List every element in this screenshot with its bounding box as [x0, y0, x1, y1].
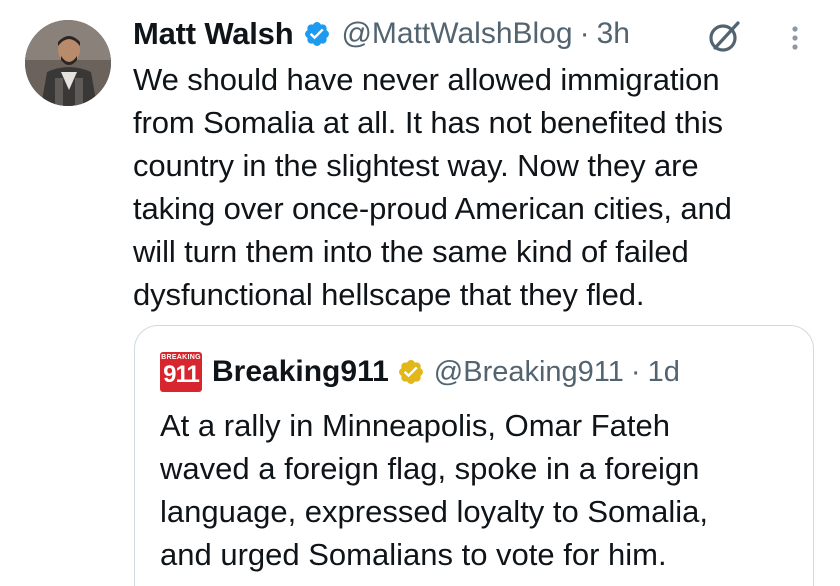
more-options-icon[interactable] [785, 18, 805, 58]
quoted-author-name[interactable]: Breaking911 [212, 355, 389, 389]
verified-badge-icon [303, 20, 331, 48]
grok-icon[interactable] [705, 16, 745, 56]
author-name[interactable]: Matt Walsh [133, 16, 294, 52]
quoted-timestamp[interactable]: 1d [648, 356, 680, 389]
quoted-tweet-header: BREAKING 911 Breaking911 @Breaking911 · … [160, 348, 680, 396]
quoted-tweet-text: At a rally in Minneapolis, Omar Fateh wa… [160, 408, 708, 572]
separator-dot: · [579, 17, 590, 50]
logo-number: 911 [163, 361, 200, 388]
tweet: Matt Walsh @MattWalshBlog · 3h We should… [0, 0, 840, 586]
verified-gold-badge-icon [397, 358, 425, 386]
tweet-header: Matt Walsh @MattWalshBlog · 3h [133, 12, 630, 56]
avatar-image [25, 20, 111, 106]
quoted-author-handle[interactable]: @Breaking911 [434, 356, 624, 389]
tweet-text: We should have never allowed immigration… [133, 62, 732, 312]
logo-top-text: BREAKING [161, 354, 201, 361]
quoted-separator-dot: · [630, 355, 641, 388]
quoted-tweet[interactable]: BREAKING 911 Breaking911 @Breaking911 · … [134, 325, 814, 586]
breaking911-logo: BREAKING 911 [160, 352, 202, 392]
author-handle[interactable]: @MattWalshBlog [341, 17, 572, 51]
tweet-timestamp[interactable]: 3h [597, 17, 630, 51]
avatar[interactable] [25, 20, 111, 106]
